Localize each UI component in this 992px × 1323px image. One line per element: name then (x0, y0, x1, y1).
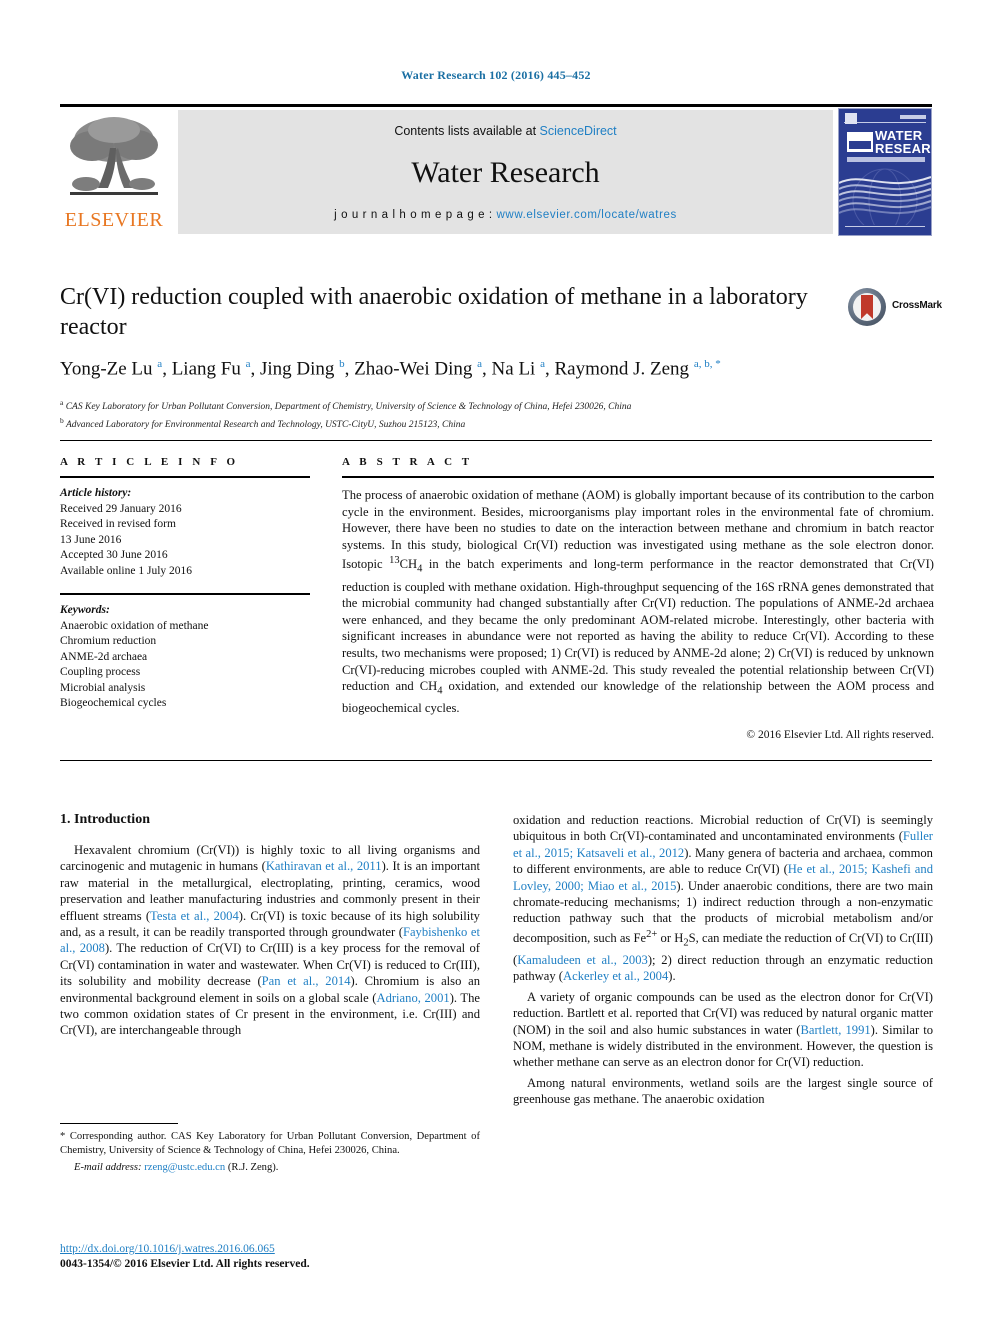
body-paragraph: oxidation and reduction reactions. Micro… (513, 813, 934, 984)
footnote-email-line: E-mail address: rzeng@ustc.edu.cn (R.J. … (60, 1162, 480, 1173)
keyword-item: ANME-2d archaea (60, 650, 148, 663)
history-item: Received 29 January 2016 (60, 502, 182, 515)
keywords-label: Keywords: (60, 604, 110, 616)
affiliation-b: b Advanced Laboratory for Environmental … (60, 416, 466, 431)
elsevier-logo: ELSEVIER (60, 110, 168, 234)
masthead-center-panel: Contents lists available at ScienceDirec… (178, 110, 833, 234)
affiliations: a CAS Key Laboratory for Urban Pollutant… (60, 396, 940, 432)
cover-title-line2: RESEARCH (875, 141, 931, 156)
keywords-block: Keywords: Anaerobic oxidation of methane… (60, 603, 310, 712)
keyword-item: Biogeochemical cycles (60, 697, 167, 709)
keyword-item: Coupling process (60, 666, 141, 678)
corresponding-author-footnote: * Corresponding author. CAS Key Laborato… (60, 1123, 480, 1173)
email-label: E-mail address: (74, 1162, 142, 1173)
cover-subtitle-bar (847, 157, 925, 162)
section-heading-introduction: 1. Introduction (60, 812, 150, 827)
footer-doi-block: http://dx.doi.org/10.1016/j.watres.2016.… (60, 1242, 490, 1272)
abstract-column: A B S T R A C T The process of anaerobic… (342, 456, 934, 741)
body-paragraph: A variety of organic compounds can be us… (513, 989, 934, 1070)
keyword-item: Microbial analysis (60, 681, 146, 694)
crossmark-badge[interactable]: CrossMark (848, 286, 944, 328)
cover-wave-graphic-icon (839, 167, 931, 234)
body-paragraph: Among natural environments, wetland soil… (513, 1075, 933, 1107)
affiliation-a-text: CAS Key Laboratory for Urban Pollutant C… (65, 402, 632, 413)
abstract-copyright: © 2016 Elsevier Ltd. All rights reserved… (746, 728, 934, 741)
crossmark-label: CrossMark (892, 300, 942, 311)
abstract-heading: A B S T R A C T (342, 456, 473, 468)
journal-cover-thumbnail: WATER RESEARCH (838, 108, 932, 236)
history-item: Accepted 30 June 2016 (60, 549, 168, 561)
cover-title: WATER RESEARCH (875, 129, 931, 156)
crossmark-circle-icon (848, 288, 886, 326)
history-item: Available online 1 July 2016 (60, 564, 193, 577)
body-column-right: oxidation and reduction reactions. Micro… (513, 812, 933, 1112)
keywords-rule (60, 593, 310, 595)
body-paragraph: Hexavalent chromium (Cr(VI)) is highly t… (60, 843, 481, 1038)
elsevier-wordmark: ELSEVIER (64, 209, 164, 231)
article-info-heading: A R T I C L E I N F O (60, 456, 239, 468)
cover-iwa-logo-icon (846, 131, 874, 153)
footnote-rule (60, 1123, 178, 1124)
journal-title: Water Research (411, 156, 600, 189)
issn-copyright-line: 0043-1354/© 2016 Elsevier Ltd. All right… (60, 1258, 310, 1270)
affiliation-b-text: Advanced Laboratory for Environmental Re… (65, 420, 466, 431)
masthead-top-rule (60, 104, 932, 107)
journal-homepage-line: j o u r n a l h o m e p a g e : www.else… (178, 209, 833, 221)
abstract-text: The process of anaerobic oxidation of me… (342, 488, 934, 716)
abstract-rule (342, 476, 934, 478)
contents-available-line: Contents lists available at ScienceDirec… (178, 124, 833, 138)
email-suffix: (R.J. Zeng). (227, 1162, 279, 1173)
article-info-rule (60, 476, 310, 478)
abstract-bottom-rule (60, 760, 932, 761)
article-history: Article history: Received 29 January 201… (60, 486, 310, 579)
article-history-label: Article history: (60, 487, 132, 499)
cover-bottom-bar (845, 226, 925, 231)
corresponding-author-email-link[interactable]: rzeng@ustc.edu.cn (144, 1162, 225, 1173)
page-title: Cr(VI) reduction coupled with anaerobic … (60, 284, 808, 340)
keyword-item: Anaerobic oxidation of methane (60, 619, 209, 632)
doi-link[interactable]: http://dx.doi.org/10.1016/j.watres.2016.… (60, 1243, 275, 1255)
running-head: Water Research 102 (2016) 445–452 (401, 68, 591, 82)
journal-homepage-link[interactable]: www.elsevier.com/locate/watres (497, 209, 677, 221)
history-item: 13 June 2016 (60, 533, 122, 546)
sciencedirect-link[interactable]: ScienceDirect (540, 124, 617, 138)
elsevier-tree-icon (64, 112, 164, 204)
journal-masthead: ELSEVIER Contents lists available at Sci… (60, 104, 932, 236)
homepage-label: j o u r n a l h o m e p a g e : (334, 209, 497, 221)
cover-elsevier-icon (845, 113, 857, 124)
author-list: Yong-Ze Lu a, Liang Fu a, Jing Ding b, Z… (60, 358, 721, 380)
keyword-item: Chromium reduction (60, 635, 157, 647)
contents-prefix: Contents lists available at (394, 124, 540, 138)
footnote-text: * Corresponding author. CAS Key Laborato… (60, 1131, 480, 1156)
history-item: Received in revised form (60, 518, 176, 530)
article-info-column: A R T I C L E I N F O Article history: R… (60, 456, 310, 712)
paper-page: Water Research 102 (2016) 445–452 ELSEVI… (0, 0, 992, 1323)
body-column-left: 1. Introduction Hexavalent chromium (Cr(… (60, 812, 480, 1043)
title-block: Cr(VI) reduction coupled with anaerobic … (60, 282, 840, 380)
info-top-rule (60, 440, 932, 441)
affiliation-a: a CAS Key Laboratory for Urban Pollutant… (60, 398, 632, 413)
